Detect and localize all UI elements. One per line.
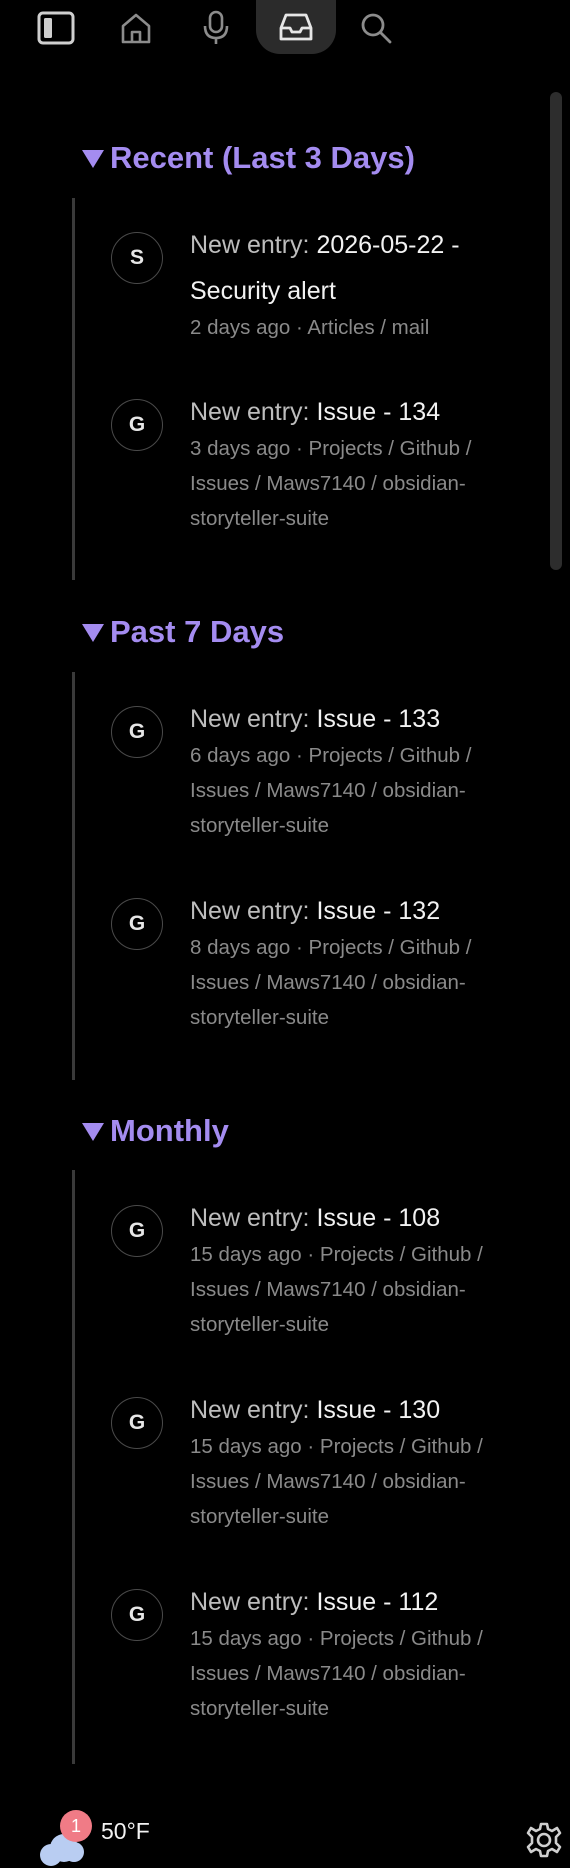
entry-title: New entry: Issue - 132 — [190, 897, 441, 925]
entry-title: New entry: Issue - 133 — [190, 705, 441, 733]
entry-title: New entry: Issue - 130 — [190, 1396, 441, 1424]
weather-widget[interactable]: 1 50°F — [32, 1808, 172, 1866]
avatar: G — [111, 706, 163, 758]
collapse-triangle-icon — [82, 624, 104, 642]
entry-meta: 6 days ago · Projects / Github / Issues … — [190, 744, 472, 837]
settings-button[interactable] — [524, 1820, 564, 1860]
microphone-button[interactable] — [191, 6, 241, 50]
section-title: Monthly — [110, 1113, 229, 1148]
section-title: Past 7 Days — [110, 614, 285, 649]
entry-meta: 15 days ago · Projects / Github / Issues… — [190, 1243, 483, 1336]
entry-title: New entry: Issue - 134 — [190, 398, 441, 426]
home-button[interactable] — [111, 6, 161, 50]
avatar: G — [111, 1397, 163, 1449]
section-title: Recent (Last 3 Days) — [110, 140, 415, 175]
collapse-triangle-icon — [82, 1123, 104, 1141]
section-body-recent: S New entry: 2026-05-22 - Security alert… — [72, 198, 535, 580]
entry-title: New entry: Issue - 108 — [190, 1204, 441, 1232]
top-toolbar — [0, 0, 570, 56]
avatar: S — [111, 232, 163, 284]
search-icon — [361, 13, 392, 44]
section-header-recent[interactable]: Recent (Last 3 Days) — [82, 140, 415, 176]
inbox-button[interactable] — [256, 0, 336, 54]
avatar: G — [111, 1589, 163, 1641]
sidebar-toggle-button[interactable] — [31, 6, 81, 50]
search-button[interactable] — [351, 6, 401, 50]
microphone-icon — [203, 10, 229, 44]
entry-meta: 3 days ago · Projects / Github / Issues … — [190, 437, 472, 530]
gear-icon — [526, 1822, 562, 1858]
home-icon — [121, 13, 151, 44]
entry-meta: 15 days ago · Projects / Github / Issues… — [190, 1627, 483, 1720]
section-body-past-7-days: G New entry: Issue - 133 6 days ago · Pr… — [72, 672, 535, 1080]
avatar: G — [111, 1205, 163, 1257]
temperature-label: 50°F — [101, 1818, 150, 1844]
collapse-triangle-icon — [82, 150, 104, 168]
weather-badge: 1 — [60, 1810, 92, 1842]
section-header-past-7-days[interactable]: Past 7 Days — [82, 614, 284, 650]
entry-meta: 15 days ago · Projects / Github / Issues… — [190, 1435, 483, 1528]
entry-meta: 8 days ago · Projects / Github / Issues … — [190, 936, 472, 1029]
section-header-monthly[interactable]: Monthly — [82, 1113, 229, 1149]
sidebar-toggle-icon — [37, 11, 75, 45]
section-body-monthly: G New entry: Issue - 108 15 days ago · P… — [72, 1170, 535, 1764]
avatar: G — [111, 399, 163, 451]
entry-title: New entry: 2026-05-22 - Security alert — [190, 231, 460, 305]
inbox-icon — [279, 13, 313, 41]
entry-meta: 2 days ago · Articles / mail — [190, 316, 430, 339]
avatar: G — [111, 898, 163, 950]
entry-title: New entry: Issue - 112 — [190, 1588, 439, 1616]
scrollbar[interactable] — [550, 92, 562, 570]
